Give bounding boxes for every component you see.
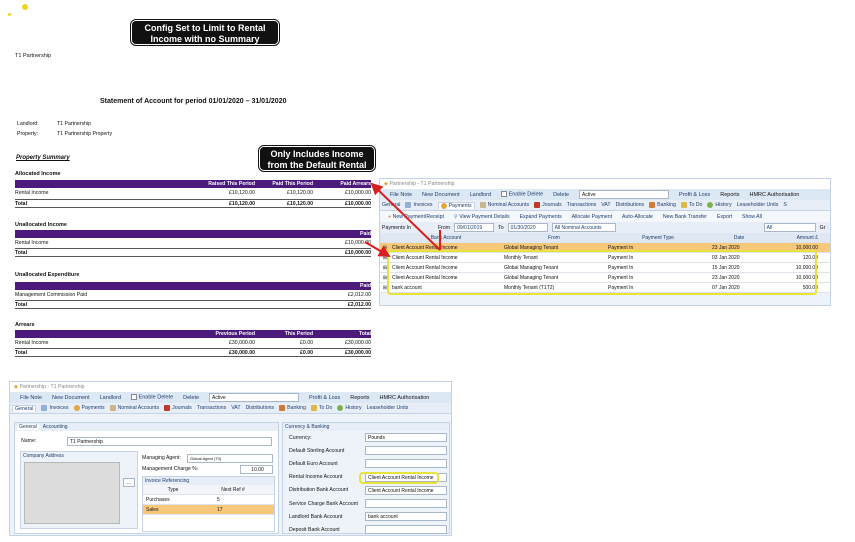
tabbar: General Invoices Payments Nominal Accoun… xyxy=(10,403,451,414)
field-row: Default Euro Account xyxy=(283,457,449,470)
menubar: File Note New Document Landlord Enable D… xyxy=(10,392,451,403)
subtab-accounting[interactable]: Accounting xyxy=(43,424,68,430)
profit-loss-button[interactable]: Profit & Loss xyxy=(309,395,340,401)
ledger-icon xyxy=(109,405,116,411)
field-label: Default Sterling Account xyxy=(289,447,345,454)
general-window: ◆ Partnership - T1 Partnership File Note… xyxy=(9,381,452,536)
field-value[interactable] xyxy=(365,525,447,535)
address-textarea[interactable] xyxy=(24,462,120,524)
bank-icon xyxy=(279,405,286,411)
tab-banking[interactable]: Banking xyxy=(279,405,306,411)
tab-journals[interactable]: Journals xyxy=(164,405,192,411)
field-value[interactable]: bank account xyxy=(365,512,447,522)
tab-general[interactable]: General xyxy=(12,404,37,412)
field-value[interactable] xyxy=(365,499,447,509)
field-row: Deposit Bank Account xyxy=(283,523,449,536)
mgmt-charge-input[interactable]: 10.00 xyxy=(240,465,273,474)
company-address-box: Company Address ... xyxy=(20,451,138,529)
invoice-ref-header: Type Next Ref # xyxy=(143,485,274,495)
field-value[interactable]: Pounds xyxy=(365,433,447,443)
field-row: Currency: Pounds xyxy=(283,431,449,444)
tab-todo[interactable]: To Do xyxy=(310,405,332,411)
cell: 5 xyxy=(217,496,220,503)
managing-agent-select[interactable]: Global Agent (T0) xyxy=(187,454,273,463)
cell: 17 xyxy=(217,506,223,513)
history-icon xyxy=(337,405,344,411)
field-label: Currency: xyxy=(289,434,312,441)
subtab-general[interactable]: General xyxy=(17,424,39,430)
partnership-icon: ◆ xyxy=(14,384,18,390)
field-value[interactable] xyxy=(365,446,447,456)
coins-icon xyxy=(73,405,80,411)
company-address-title: Company Address xyxy=(23,453,64,459)
field-label: Default Euro Account xyxy=(289,460,338,467)
managing-agent-label: Managing Agent: xyxy=(142,455,181,461)
invoice-ref-row[interactable]: Purchases 5 xyxy=(143,495,274,505)
tab-vat[interactable]: VAT xyxy=(231,405,240,411)
name-input[interactable]: T1 Partnership xyxy=(67,437,272,446)
name-label: Name: xyxy=(21,438,37,444)
field-label: Landlord Bank Account xyxy=(289,513,343,520)
todo-icon xyxy=(310,405,317,411)
mgmt-charge-label: Management Charge %: xyxy=(142,466,199,472)
field-label: Distribution Bank Account xyxy=(289,487,349,494)
tab-payments[interactable]: Payments xyxy=(73,405,105,411)
tab-invoices[interactable]: Invoices xyxy=(41,405,69,411)
enable-delete-toggle[interactable]: Enable Delete xyxy=(131,394,173,401)
col-next-ref[interactable]: Next Ref # xyxy=(203,487,263,493)
field-row: Distribution Bank Account Client Account … xyxy=(283,484,449,497)
col-type[interactable]: Type xyxy=(143,487,203,493)
window-title: ◆ Partnership - T1 Partnership xyxy=(10,382,451,392)
rental-income-highlight xyxy=(359,472,439,484)
arrow-to-grid xyxy=(364,241,391,258)
field-label: Service Charge Bank Account xyxy=(289,500,358,507)
file-note-button[interactable]: File Note xyxy=(20,395,42,401)
general-panel: General Accounting Name: T1 Partnership … xyxy=(14,422,279,534)
delete-button[interactable]: Delete xyxy=(183,395,199,401)
field-label: Rental Income Account xyxy=(289,474,343,481)
invoice-ref-box: Invoice Referencing Type Next Ref # Purc… xyxy=(142,476,275,532)
currency-banking-title: Currency & Banking xyxy=(283,423,449,431)
invoice-ref-row[interactable]: Sales 17 xyxy=(143,505,274,515)
hmrc-button[interactable]: HMRC Authorisation xyxy=(380,395,430,401)
tab-leaseholder-units[interactable]: Leaseholder Units xyxy=(367,405,409,411)
tab-nominal-accounts[interactable]: Nominal Accounts xyxy=(109,405,159,411)
address-lookup-button[interactable]: ... xyxy=(123,478,135,487)
field-row: Landlord Bank Account bank account xyxy=(283,510,449,523)
tab-transactions[interactable]: Transactions xyxy=(197,405,227,411)
field-label: Deposit Bank Account xyxy=(289,526,340,533)
status-select[interactable]: Active xyxy=(209,393,300,402)
journal-icon xyxy=(164,405,171,411)
field-row: Service Charge Bank Account xyxy=(283,497,449,510)
new-document-button[interactable]: New Document xyxy=(52,395,90,401)
arrow-to-report xyxy=(370,182,441,251)
invoice-icon xyxy=(41,405,48,411)
tab-history[interactable]: History xyxy=(337,405,362,411)
tab-distributions[interactable]: Distributions xyxy=(246,405,275,411)
field-row: Default Sterling Account xyxy=(283,444,449,457)
cell: Sales xyxy=(146,506,159,513)
reports-button[interactable]: Reports xyxy=(350,395,369,401)
invoice-ref-title: Invoice Referencing xyxy=(143,477,274,485)
field-value[interactable]: Client Account Rental Income xyxy=(365,485,447,495)
landlord-button[interactable]: Landlord xyxy=(100,395,121,401)
field-value[interactable] xyxy=(365,459,447,469)
checkbox-icon xyxy=(131,394,138,401)
cell: Purchases xyxy=(146,496,170,503)
